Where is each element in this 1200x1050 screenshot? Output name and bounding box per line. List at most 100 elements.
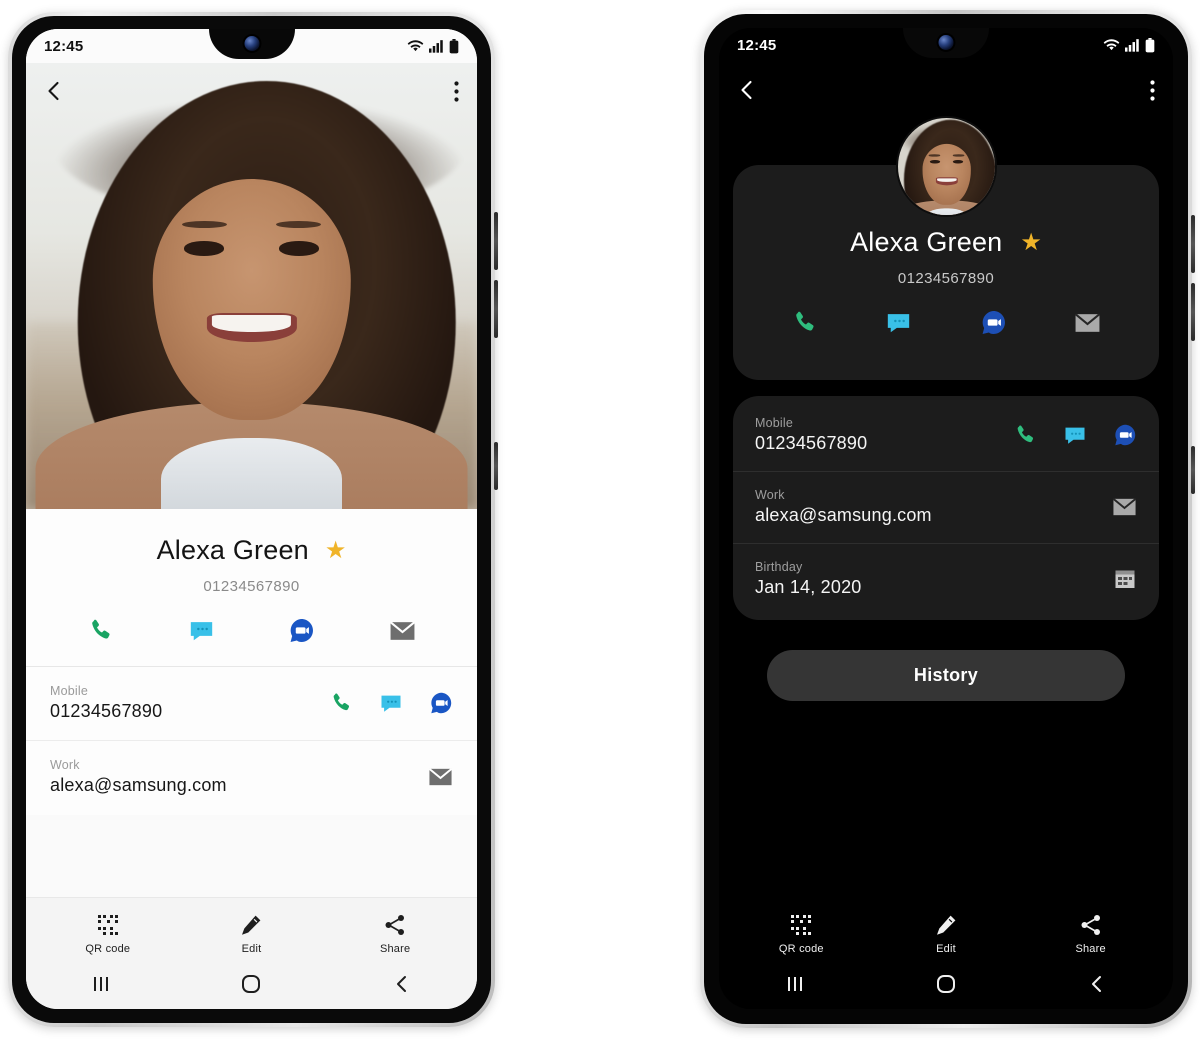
row-message-icon[interactable]	[1063, 423, 1087, 447]
qr-code-icon	[791, 915, 812, 935]
tool-label: QR code	[85, 943, 131, 955]
back-icon	[1092, 976, 1102, 992]
home-icon	[242, 975, 261, 993]
message-action-icon[interactable]	[188, 617, 215, 644]
volume-down-button[interactable]	[1191, 283, 1195, 341]
home-button[interactable]	[177, 973, 326, 995]
video-call-action-icon[interactable]	[288, 617, 315, 644]
table-row[interactable]: Mobile 01234567890	[26, 667, 477, 741]
detail-icon-group	[1013, 423, 1137, 447]
row-message-icon[interactable]	[379, 691, 403, 715]
detail-text-group: Work alexa@samsung.com	[50, 758, 227, 796]
share-button[interactable]: Share	[1019, 914, 1162, 955]
portrait-face	[921, 144, 971, 205]
call-action-icon[interactable]	[87, 617, 114, 644]
android-navigation-bar	[26, 959, 477, 1009]
volume-down-button[interactable]	[494, 280, 498, 338]
row-video-icon[interactable]	[1113, 423, 1137, 447]
row-email-icon[interactable]	[428, 766, 453, 788]
row-calendar-icon[interactable]	[1113, 567, 1137, 591]
volume-up-button[interactable]	[494, 212, 498, 270]
detail-text-group: Mobile 01234567890	[50, 684, 162, 722]
contact-name-row: Alexa Green ★	[733, 227, 1159, 258]
status-time: 12:45	[44, 37, 84, 55]
avatar-wrapper	[733, 118, 1159, 215]
row-email-icon[interactable]	[1112, 496, 1137, 518]
share-button[interactable]: Share	[324, 914, 466, 955]
portrait-brow-right	[952, 154, 964, 157]
detail-label: Mobile	[755, 415, 794, 430]
contact-action-row	[26, 595, 477, 666]
status-time: 12:45	[737, 36, 777, 54]
portrait-teeth	[936, 178, 956, 183]
table-row[interactable]: Work alexa@samsung.com	[26, 741, 477, 815]
history-button[interactable]: History	[767, 650, 1125, 701]
tool-label: Edit	[936, 943, 956, 955]
back-arrow-icon[interactable]	[44, 80, 64, 102]
favorite-star-icon[interactable]: ★	[325, 538, 347, 563]
tool-label: QR code	[778, 943, 824, 955]
contact-name: Alexa Green	[156, 535, 309, 565]
back-button[interactable]	[1022, 974, 1172, 994]
battery-icon	[1145, 37, 1155, 52]
edit-button[interactable]: Edit	[874, 914, 1017, 955]
detail-value: 01234567890	[755, 432, 868, 453]
email-action-icon[interactable]	[1074, 311, 1101, 335]
contact-action-row	[733, 287, 1159, 358]
contact-phone-number: 01234567890	[203, 578, 300, 595]
recents-button[interactable]	[720, 974, 870, 994]
edit-button[interactable]: Edit	[180, 914, 322, 955]
share-icon	[1081, 915, 1100, 935]
avatar[interactable]	[897, 118, 995, 215]
signal-icon	[429, 40, 443, 53]
row-call-icon[interactable]	[329, 691, 353, 715]
wifi-icon	[407, 40, 424, 52]
more-options-icon[interactable]	[1150, 79, 1155, 101]
history-button-wrapper: History	[733, 650, 1159, 701]
row-call-icon[interactable]	[1013, 423, 1037, 447]
call-action-icon[interactable]	[791, 309, 818, 336]
home-button[interactable]	[871, 973, 1021, 995]
portrait-smile	[206, 312, 297, 342]
detail-icon-group	[428, 766, 453, 788]
portrait-eye-right	[278, 241, 320, 256]
table-row[interactable]: Work alexa@samsung.com	[733, 472, 1159, 544]
contact-phone-number: 01234567890	[897, 270, 995, 287]
table-row[interactable]: Birthday Jan 14, 2020	[733, 544, 1159, 616]
back-arrow-icon[interactable]	[737, 79, 757, 101]
qr-code-button[interactable]: QR code	[730, 914, 873, 955]
screen-light: 12:45 Alexa Green ★ 01234567890 Mobile 0…	[26, 29, 477, 1009]
recents-button[interactable]	[27, 974, 176, 994]
back-button[interactable]	[327, 974, 476, 994]
volume-up-button[interactable]	[1191, 215, 1195, 273]
portrait-eye-left	[929, 159, 940, 164]
contact-detail-list: Mobile 01234567890 Work alexa@samsung.co…	[26, 667, 477, 815]
message-action-icon[interactable]	[885, 309, 912, 336]
phone-dark-theme: 12:45 Alexa Green ★ 01234567890 Mobile 0…	[700, 10, 1195, 1028]
tool-label: Share	[1075, 943, 1106, 955]
status-icon-group	[1103, 37, 1155, 53]
contact-name-row: Alexa Green ★	[26, 535, 477, 566]
android-navigation-bar	[719, 959, 1173, 1009]
more-options-icon[interactable]	[454, 80, 459, 102]
contact-name: Alexa Green	[850, 227, 1003, 257]
favorite-star-icon[interactable]: ★	[1020, 230, 1042, 255]
video-call-action-icon[interactable]	[980, 309, 1007, 336]
detail-value: Jan 14, 2020	[755, 577, 862, 597]
detail-label: Work	[50, 758, 80, 772]
tool-row: QR code Edit Share	[26, 908, 477, 959]
contact-info-panel: Alexa Green ★ 01234567890 Mobile 0123456…	[26, 509, 477, 815]
pencil-edit-icon	[242, 915, 261, 935]
table-row[interactable]: Mobile 01234567890	[733, 400, 1159, 472]
email-action-icon[interactable]	[389, 619, 416, 643]
detail-text-group: Work alexa@samsung.com	[755, 488, 932, 526]
row-video-icon[interactable]	[429, 691, 453, 715]
qr-code-button[interactable]: QR code	[37, 914, 179, 955]
phone-bezel: 12:45 Alexa Green ★ 01234567890 Mobile 0…	[704, 14, 1188, 1024]
portrait-eye-left	[183, 241, 225, 256]
power-button[interactable]	[1191, 446, 1195, 494]
pencil-edit-icon	[936, 915, 956, 935]
portrait-clothing	[161, 437, 342, 509]
power-button[interactable]	[494, 442, 498, 490]
share-icon	[385, 915, 405, 935]
